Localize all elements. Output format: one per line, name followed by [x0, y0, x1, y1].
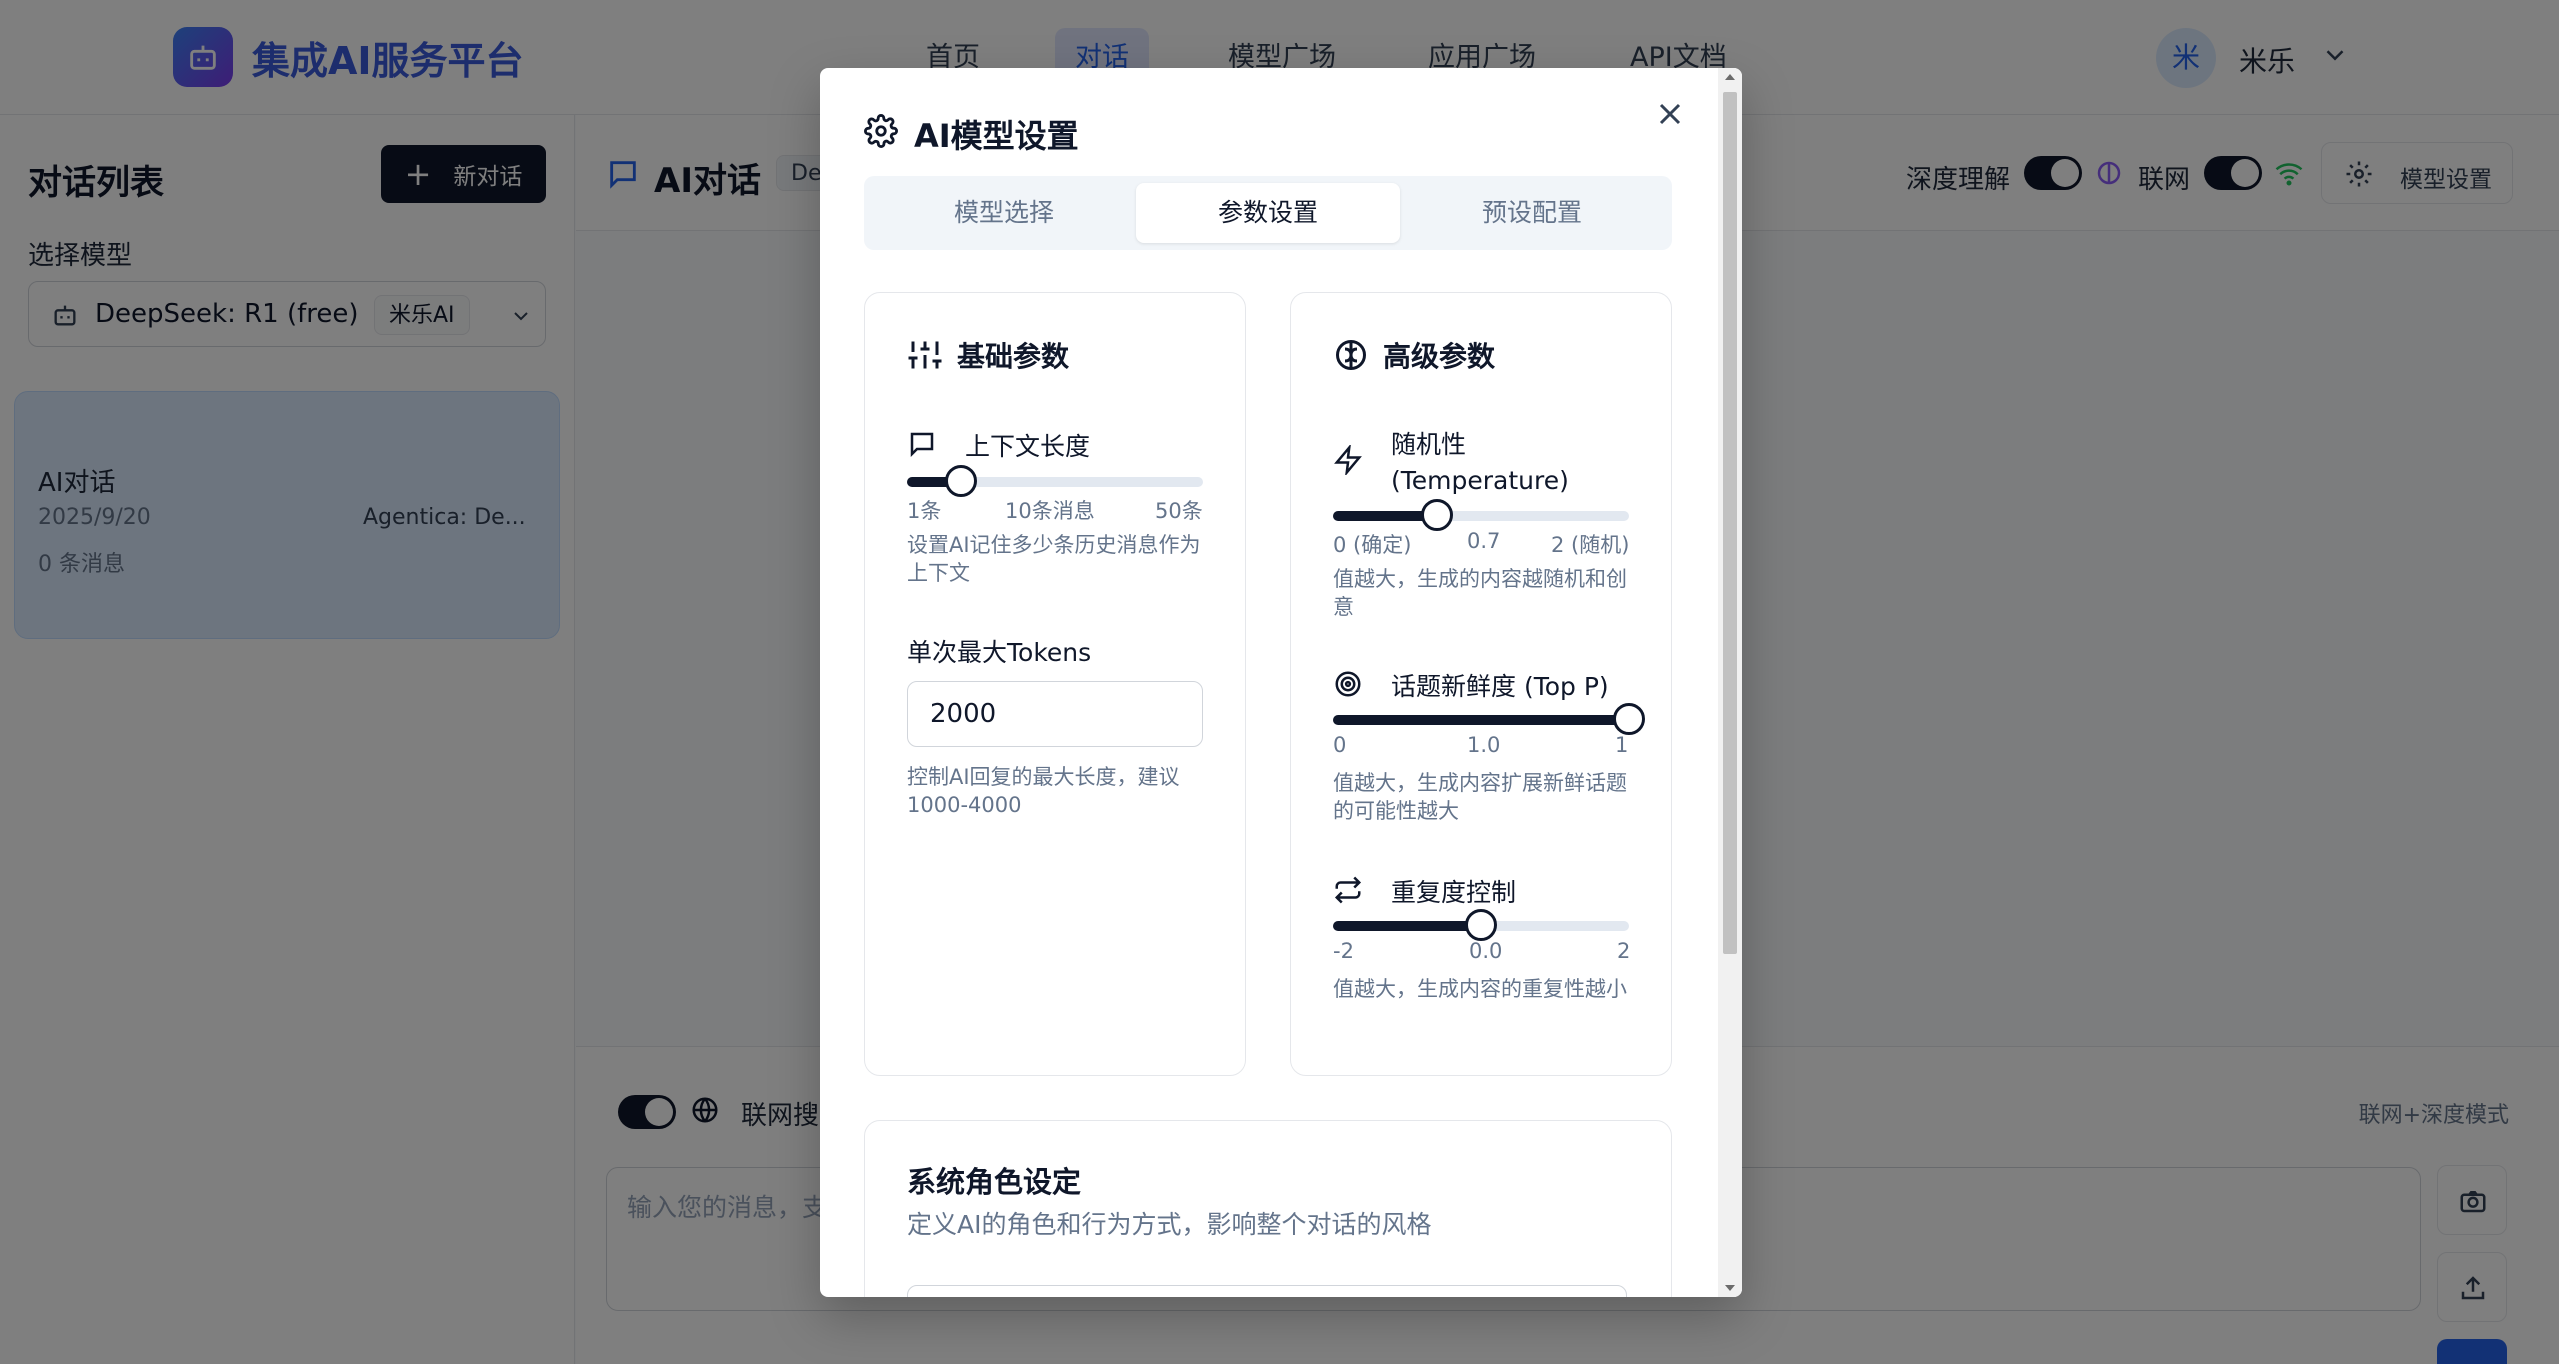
top-p-scale-value: 1.0	[1467, 733, 1501, 757]
basic-params-card: 基础参数 上下文长度 1条 10条消息 50条 设置AI记住多少条历史消息作为上…	[864, 292, 1246, 1076]
top-p-slider[interactable]	[1333, 703, 1645, 735]
temperature-desc: 值越大，生成的内容越随机和创意	[1333, 567, 1627, 619]
slider-fill	[1333, 921, 1481, 931]
system-role-textarea[interactable]	[907, 1285, 1627, 1297]
advanced-params-title: 高级参数	[1333, 335, 1495, 375]
penalty-scale-max: 2	[1617, 939, 1631, 963]
penalty-scale-min: -2	[1333, 939, 1354, 963]
temperature-slider[interactable]	[1333, 499, 1629, 531]
scrollbar[interactable]	[1718, 68, 1742, 1297]
slider-thumb[interactable]	[945, 465, 978, 497]
slider-fill	[1333, 715, 1629, 725]
max-tokens-desc: 控制AI回复的最大长度，建议1000-4000	[907, 765, 1180, 817]
top-p-label: 话题新鲜度 (Top P)	[1391, 672, 1609, 701]
slider-thumb[interactable]	[1420, 499, 1453, 531]
settings-modal: AI模型设置 模型选择 参数设置 预设配置 基础参数 上下文长度 1条 10条消…	[820, 68, 1742, 1297]
scroll-down-icon[interactable]	[1725, 1285, 1735, 1291]
context-length-slider[interactable]	[907, 465, 1203, 497]
system-role-card: 系统角色设定 定义AI的角色和行为方式，影响整个对话的风格	[864, 1120, 1672, 1297]
penalty-scale-value: 0.0	[1469, 939, 1503, 963]
context-desc: 设置AI记住多少条历史消息作为上下文	[907, 533, 1201, 585]
scrollbar-thumb[interactable]	[1723, 92, 1737, 954]
zap-icon	[1334, 445, 1362, 475]
gear-icon	[864, 114, 898, 148]
top-p-scale-min: 0	[1333, 733, 1347, 757]
settings-tabs: 模型选择 参数设置 预设配置	[864, 176, 1672, 250]
brain-icon	[1336, 340, 1366, 370]
temperature-scale-value: 0.7	[1467, 529, 1501, 553]
temperature-scale-min: 0 (确定)	[1333, 533, 1412, 557]
tab-params[interactable]: 参数设置	[1136, 183, 1400, 243]
advanced-params-card: 高级参数 随机性 (Temperature) 0 (确定) 0.7 2 (随机)…	[1290, 292, 1672, 1076]
advanced-params-label: 高级参数	[1383, 340, 1496, 373]
basic-params-label: 基础参数	[957, 340, 1070, 373]
context-scale-max: 50条	[1155, 499, 1203, 523]
context-scale-min: 1条	[907, 499, 942, 523]
message-square-icon	[910, 432, 934, 458]
max-tokens-label: 单次最大Tokens	[907, 638, 1092, 667]
basic-params-title: 基础参数	[907, 335, 1069, 375]
target-icon	[1335, 671, 1361, 697]
top-p-scale-max: 1	[1615, 733, 1629, 757]
penalty-slider[interactable]	[1333, 909, 1629, 941]
penalty-desc: 值越大，生成内容的重复性越小	[1333, 977, 1627, 1001]
system-role-subtitle: 定义AI的角色和行为方式，影响整个对话的风格	[907, 1210, 1432, 1239]
context-length-label: 上下文长度	[965, 432, 1091, 461]
scroll-up-icon[interactable]	[1725, 74, 1735, 80]
temperature-scale-max: 2 (随机)	[1551, 533, 1630, 557]
repeat-icon	[1334, 876, 1362, 904]
temperature-label: 随机性 (Temperature)	[1391, 430, 1569, 495]
tab-presets[interactable]: 预设配置	[1400, 183, 1664, 243]
top-p-desc: 值越大，生成内容扩展新鲜话题的可能性越大	[1333, 771, 1627, 823]
tab-model-select[interactable]: 模型选择	[872, 183, 1136, 243]
system-role-title: 系统角色设定	[907, 1165, 1082, 1199]
slider-thumb[interactable]	[1613, 703, 1645, 735]
penalty-label: 重复度控制	[1391, 878, 1517, 907]
context-scale-value: 10条消息	[1005, 499, 1095, 523]
slider-thumb[interactable]	[1465, 909, 1497, 941]
close-icon[interactable]	[1652, 96, 1688, 132]
modal-title: AI模型设置	[914, 117, 1079, 155]
max-tokens-input[interactable]: 2000	[907, 681, 1203, 747]
sliders-icon	[908, 341, 942, 369]
